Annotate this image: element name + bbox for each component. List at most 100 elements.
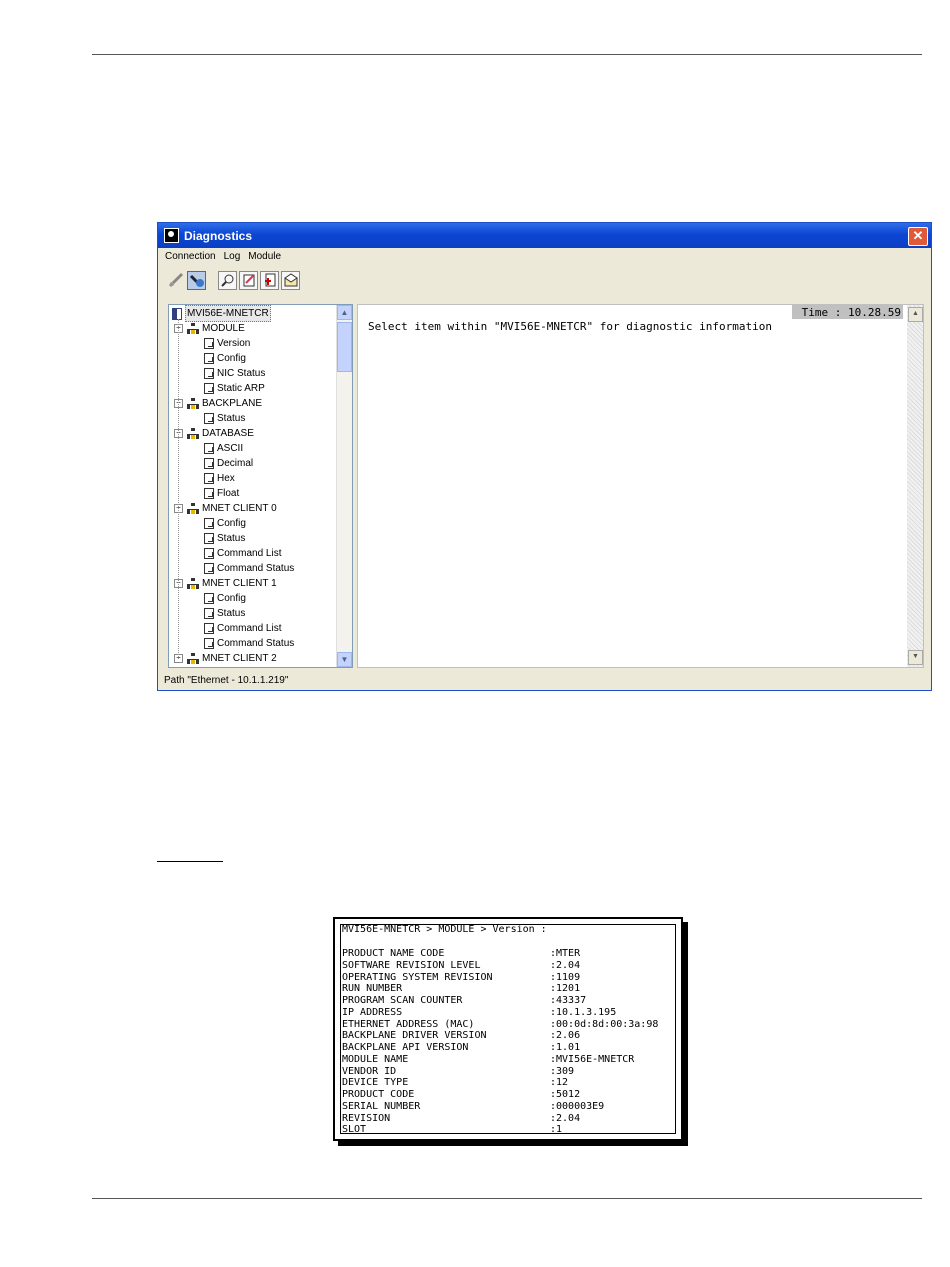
tree-guide-line	[178, 319, 179, 659]
version-row-value: :MTER	[550, 948, 581, 959]
version-row-value: :10.1.3.195	[550, 1006, 617, 1018]
scroll-up-icon[interactable]: ▲	[337, 305, 352, 320]
tree-item-label: DATABASE	[202, 428, 254, 439]
footer-rule	[92, 1198, 922, 1199]
tree-leaf-command-status[interactable]: Command Status	[204, 636, 294, 651]
version-row-value: :000003E9	[550, 1100, 605, 1112]
output-scrollbar[interactable]: ▲ ▼	[907, 305, 923, 667]
mail-icon	[283, 273, 298, 287]
document-icon	[204, 608, 214, 619]
tree-item-label: MVI56E-MNETCR	[185, 305, 271, 322]
tree-leaf-status[interactable]: Status	[204, 411, 245, 426]
menu-module[interactable]: Module	[248, 251, 281, 262]
output-scroll-down-icon[interactable]: ▼	[908, 650, 923, 665]
network-icon	[187, 503, 199, 514]
version-row-label: IP ADDRESS	[342, 1006, 403, 1018]
app-icon	[164, 228, 179, 243]
tree-root[interactable]: MVI56E-MNETCR	[172, 305, 271, 322]
document-icon	[204, 458, 214, 469]
status-bar: Path "Ethernet - 10.1.1.219"	[164, 675, 289, 686]
device-icon	[172, 307, 182, 320]
tree-item-label: Status	[217, 413, 246, 424]
tree-node-mnet-client-0[interactable]: − MNET CLIENT 0	[174, 501, 277, 516]
version-row-value: :309	[550, 1065, 575, 1077]
version-row-label: ETHERNET ADDRESS (MAC)	[342, 1018, 475, 1030]
tree-scrollbar[interactable]: ▲ ▼	[336, 305, 352, 667]
version-row-value: :1109	[550, 971, 581, 983]
tree-leaf-float[interactable]: Float	[204, 486, 239, 501]
menu-log[interactable]: Log	[224, 251, 241, 262]
tree-leaf-status[interactable]: Status	[204, 531, 245, 546]
tree-node-backplane[interactable]: − BACKPLANE	[174, 396, 262, 411]
version-row-label: BACKPLANE API VERSION	[342, 1042, 469, 1053]
disconnect-button[interactable]	[166, 271, 185, 290]
tree-leaf-nic-status[interactable]: NIC Status	[204, 366, 265, 381]
tree-leaf-command-status[interactable]: Command Status	[204, 561, 294, 576]
tree-node-mnet-client-2[interactable]: − MNET CLIENT 2	[174, 651, 277, 666]
version-row-value: :5012	[550, 1089, 581, 1100]
tree-node-mnet-client-1[interactable]: − MNET CLIENT 1	[174, 576, 277, 591]
tree-item-label: Version	[217, 338, 251, 349]
tree-leaf-decimal[interactable]: Decimal	[204, 456, 253, 471]
tree-leaf-status[interactable]: Status	[204, 606, 245, 621]
version-row-label: DEVICE TYPE	[342, 1077, 409, 1089]
document-icon	[204, 368, 214, 379]
tree-item-label: Command List	[217, 548, 282, 559]
module-tree[interactable]: MVI56E-MNETCR − MODULE Version Config NIC Sta…	[168, 304, 353, 668]
tree-leaf-command-list[interactable]: Command List	[204, 546, 281, 561]
version-row-label: SLOT	[342, 1124, 367, 1136]
document-icon	[204, 518, 214, 529]
tree-leaf-config[interactable]: Config	[204, 351, 246, 366]
tree-item-label: MNET CLIENT 2	[202, 653, 277, 664]
tree-leaf-version[interactable]: Version	[204, 336, 250, 351]
network-icon	[187, 578, 199, 589]
diagnostic-message: Select item within "MVI56E-MNETCR" for d…	[368, 320, 772, 333]
version-row-value: :43337	[550, 995, 587, 1006]
close-button[interactable]: ✕	[908, 227, 928, 246]
menu-connection[interactable]: Connection	[165, 251, 216, 262]
document-icon	[204, 383, 214, 394]
file-button[interactable]	[260, 270, 279, 290]
log-button[interactable]	[239, 270, 258, 290]
tree-item-label: Config	[217, 353, 246, 364]
tree-leaf-hex[interactable]: Hex	[204, 471, 235, 486]
tree-item-label: Command List	[217, 623, 282, 634]
diagnostic-output[interactable]: Time : 10.28.59 Select item within "MVI5…	[357, 304, 924, 668]
time-display: Time : 10.28.59	[791, 305, 903, 319]
file-icon	[264, 273, 275, 287]
search-button[interactable]	[218, 270, 237, 290]
tree-leaf-static-arp[interactable]: Static ARP	[204, 381, 265, 396]
tree-leaf-ascii[interactable]: ASCII	[204, 441, 243, 456]
tree-item-label: MNET CLIENT 0	[202, 503, 277, 514]
menu-bar: Connection Log Module	[158, 248, 931, 265]
version-row-label: MODULE NAME	[342, 1053, 409, 1065]
scroll-down-icon[interactable]: ▼	[337, 652, 352, 667]
tree-item-label: Command Status	[217, 638, 295, 649]
tree-item-label: Command Status	[217, 563, 295, 574]
mail-button[interactable]	[281, 270, 300, 290]
caption-underline	[157, 861, 223, 862]
tree-item-label: Decimal	[217, 458, 254, 469]
tree-node-module[interactable]: − MODULE	[174, 321, 245, 336]
version-row-value: :1201	[550, 983, 581, 995]
version-row-label: PRODUCT NAME CODE	[342, 948, 445, 959]
tree-leaf-config[interactable]: Config	[204, 516, 246, 531]
connect-button[interactable]	[187, 270, 206, 290]
version-row-value: :00:0d:8d:00:3a:98	[550, 1018, 659, 1030]
tree-leaf-command-list[interactable]: Command List	[204, 621, 281, 636]
version-row-label: PROGRAM SCAN COUNTER	[342, 995, 463, 1006]
document-icon	[204, 338, 214, 349]
search-icon	[220, 274, 233, 287]
tree-node-database[interactable]: − DATABASE	[174, 426, 254, 441]
log-icon	[243, 274, 254, 287]
tree-leaf-config[interactable]: Config	[204, 591, 246, 606]
tree-item-label: Hex	[217, 473, 235, 484]
network-icon	[187, 653, 199, 664]
connect-icon	[189, 274, 204, 287]
output-scroll-up-icon[interactable]: ▲	[908, 307, 923, 322]
title-bar[interactable]: Diagnostics ✕	[158, 223, 931, 248]
scroll-thumb[interactable]	[337, 322, 352, 372]
document-icon	[204, 623, 214, 634]
tree-item-label: Config	[217, 518, 246, 529]
tree-item-label: Config	[217, 593, 246, 604]
